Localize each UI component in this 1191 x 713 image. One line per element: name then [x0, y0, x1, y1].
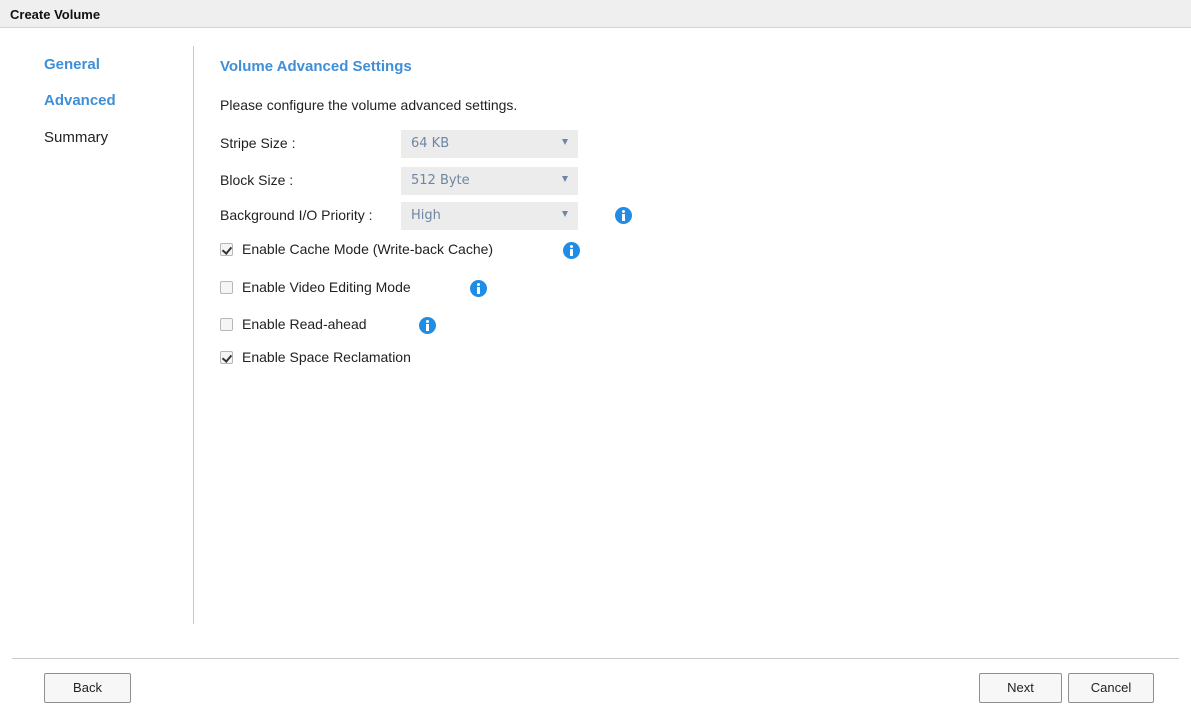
info-icon[interactable]	[615, 207, 632, 224]
intro-text: Please configure the volume advanced set…	[220, 97, 518, 113]
io-priority-value: High	[411, 208, 441, 223]
footer-divider	[12, 658, 1179, 659]
space-reclamation-label[interactable]: Enable Space Reclamation	[242, 349, 411, 365]
read-ahead-label[interactable]: Enable Read-ahead	[242, 316, 367, 332]
block-size-label: Block Size :	[220, 172, 294, 188]
step-advanced[interactable]: Advanced	[44, 92, 116, 109]
video-editing-label[interactable]: Enable Video Editing Mode	[242, 279, 411, 295]
chevron-down-icon	[562, 211, 568, 217]
cancel-button[interactable]: Cancel	[1068, 673, 1154, 703]
io-priority-select[interactable]: High	[401, 202, 578, 230]
chevron-down-icon	[562, 176, 568, 182]
create-volume-dialog: Create Volume General Advanced Summary V…	[0, 0, 1191, 713]
read-ahead-checkbox[interactable]	[220, 318, 233, 331]
block-size-select[interactable]: 512 Byte	[401, 167, 578, 195]
dialog-titlebar: Create Volume	[0, 0, 1191, 28]
chevron-down-icon	[562, 139, 568, 145]
space-reclamation-checkbox[interactable]	[220, 351, 233, 364]
nav-divider	[193, 46, 194, 624]
stripe-size-value: 64 KB	[411, 136, 450, 151]
stripe-size-label: Stripe Size :	[220, 135, 296, 151]
stripe-size-select[interactable]: 64 KB	[401, 130, 578, 158]
info-icon[interactable]	[470, 280, 487, 297]
info-icon[interactable]	[563, 242, 580, 259]
dialog-title: Create Volume	[10, 7, 101, 22]
cache-mode-label[interactable]: Enable Cache Mode (Write-back Cache)	[242, 241, 493, 257]
section-title: Volume Advanced Settings	[220, 58, 412, 75]
block-size-value: 512 Byte	[411, 173, 470, 188]
io-priority-label: Background I/O Priority :	[220, 207, 373, 223]
cache-mode-checkbox[interactable]	[220, 243, 233, 256]
step-general[interactable]: General	[44, 56, 100, 73]
next-button[interactable]: Next	[979, 673, 1062, 703]
info-icon[interactable]	[419, 317, 436, 334]
back-button[interactable]: Back	[44, 673, 131, 703]
step-summary: Summary	[44, 129, 109, 146]
video-editing-checkbox[interactable]	[220, 281, 233, 294]
